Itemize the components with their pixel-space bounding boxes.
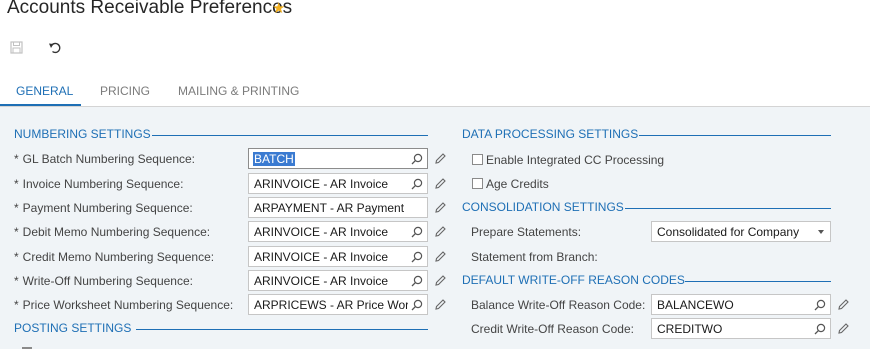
edit-pencil-icon[interactable] [434, 298, 447, 311]
debit-memo-numbering-field[interactable]: ARINVOICE - AR Invoice [248, 221, 428, 242]
toolbar [0, 32, 870, 62]
search-icon[interactable] [411, 275, 423, 287]
edit-pencil-icon[interactable] [434, 152, 447, 165]
price-worksheet-numbering-label: * Price Worksheet Numbering Sequence: [14, 298, 234, 312]
general-tab-panel: NUMBERING SETTINGS * GL Batch Numbering S… [0, 107, 870, 349]
write-off-numbering-field[interactable]: ARINVOICE - AR Invoice [248, 270, 428, 291]
field-value: ARINVOICE - AR Invoice [254, 250, 389, 264]
search-icon[interactable] [411, 251, 423, 263]
section-divider [685, 281, 831, 282]
age-credits-label: Age Credits [486, 177, 549, 191]
consolidation-settings-header: CONSOLIDATION SETTINGS [462, 200, 624, 214]
tab-general[interactable]: GENERAL [16, 84, 73, 98]
edit-pencil-icon[interactable] [434, 201, 447, 214]
invoice-numbering-label: * Invoice Numbering Sequence: [14, 177, 184, 191]
field-value: CREDITWO [657, 322, 723, 336]
section-divider [639, 135, 831, 136]
search-icon[interactable] [411, 226, 423, 238]
selected-value: Consolidated for Company [657, 225, 800, 239]
credit-memo-numbering-field[interactable]: ARINVOICE - AR Invoice [248, 246, 428, 267]
enable-integrated-cc-label: Enable Integrated CC Processing [486, 153, 665, 167]
balance-write-off-field[interactable]: BALANCEWO [651, 294, 831, 315]
prepare-statements-label: Prepare Statements: [471, 225, 582, 239]
section-divider [625, 208, 831, 209]
payment-numbering-label: * Payment Numbering Sequence: [14, 201, 193, 215]
gl-batch-numbering-field[interactable]: BATCH [248, 148, 428, 169]
balance-write-off-label: Balance Write-Off Reason Code: [471, 298, 646, 312]
search-icon[interactable] [814, 299, 826, 311]
field-value: ARINVOICE - AR Invoice [254, 274, 389, 288]
write-off-numbering-label: * Write-Off Numbering Sequence: [14, 274, 193, 288]
prepare-statements-dropdown[interactable]: Consolidated for Company [651, 221, 831, 242]
debit-memo-numbering-label: * Debit Memo Numbering Sequence: [14, 225, 211, 239]
edit-pencil-icon[interactable] [434, 274, 447, 287]
field-value: ARINVOICE - AR Invoice [254, 177, 389, 191]
favorite-star-icon[interactable]: ★ [272, 0, 285, 17]
credit-memo-numbering-label: * Credit Memo Numbering Sequence: [14, 250, 215, 264]
edit-pencil-icon[interactable] [434, 177, 447, 190]
search-icon[interactable] [814, 323, 826, 335]
price-worksheet-numbering-field[interactable]: ARPRICEWS - AR Price Worl [248, 294, 428, 315]
field-value: ARPAYMENT - AR Payment [254, 201, 405, 215]
enable-integrated-cc-checkbox[interactable] [472, 154, 483, 165]
field-value: ARPRICEWS - AR Price Worl [254, 298, 408, 312]
save-icon[interactable] [7, 38, 25, 56]
numbering-settings-header: NUMBERING SETTINGS [14, 127, 151, 141]
search-icon[interactable] [411, 153, 423, 165]
search-icon[interactable] [411, 299, 423, 311]
field-value: BALANCEWO [657, 298, 734, 312]
statement-from-branch-label: Statement from Branch: [471, 250, 598, 264]
age-credits-checkbox[interactable] [472, 178, 483, 189]
field-value: ARINVOICE - AR Invoice [254, 225, 389, 239]
page-title: Accounts Receivable Preferences [7, 0, 293, 18]
data-processing-settings-header: DATA PROCESSING SETTINGS [462, 127, 639, 141]
payment-numbering-field[interactable]: ARPAYMENT - AR Payment [248, 197, 428, 218]
undo-icon[interactable] [46, 38, 64, 56]
tab-pricing[interactable]: PRICING [100, 84, 150, 98]
edit-pencil-icon[interactable] [434, 250, 447, 263]
edit-pencil-icon[interactable] [434, 225, 447, 238]
edit-pencil-icon[interactable] [837, 322, 850, 335]
posting-settings-header: POSTING SETTINGS [14, 321, 132, 335]
field-value: BATCH [253, 152, 295, 166]
search-icon[interactable] [411, 178, 423, 190]
title-bar: Accounts Receivable Preferences ★ [0, 0, 870, 28]
chevron-down-icon[interactable] [818, 230, 824, 234]
default-write-off-reason-codes-header: DEFAULT WRITE-OFF REASON CODES [462, 273, 685, 287]
tab-bar: GENERAL PRICING MAILING & PRINTING [0, 78, 870, 108]
edit-pencil-icon[interactable] [837, 298, 850, 311]
tab-mailing-printing[interactable]: MAILING & PRINTING [178, 84, 299, 98]
section-divider [136, 329, 428, 330]
section-divider [152, 135, 428, 136]
invoice-numbering-field[interactable]: ARINVOICE - AR Invoice [248, 173, 428, 194]
credit-write-off-label: Credit Write-Off Reason Code: [471, 322, 634, 336]
gl-batch-numbering-label: * GL Batch Numbering Sequence: [14, 152, 195, 166]
credit-write-off-field[interactable]: CREDITWO [651, 318, 831, 339]
